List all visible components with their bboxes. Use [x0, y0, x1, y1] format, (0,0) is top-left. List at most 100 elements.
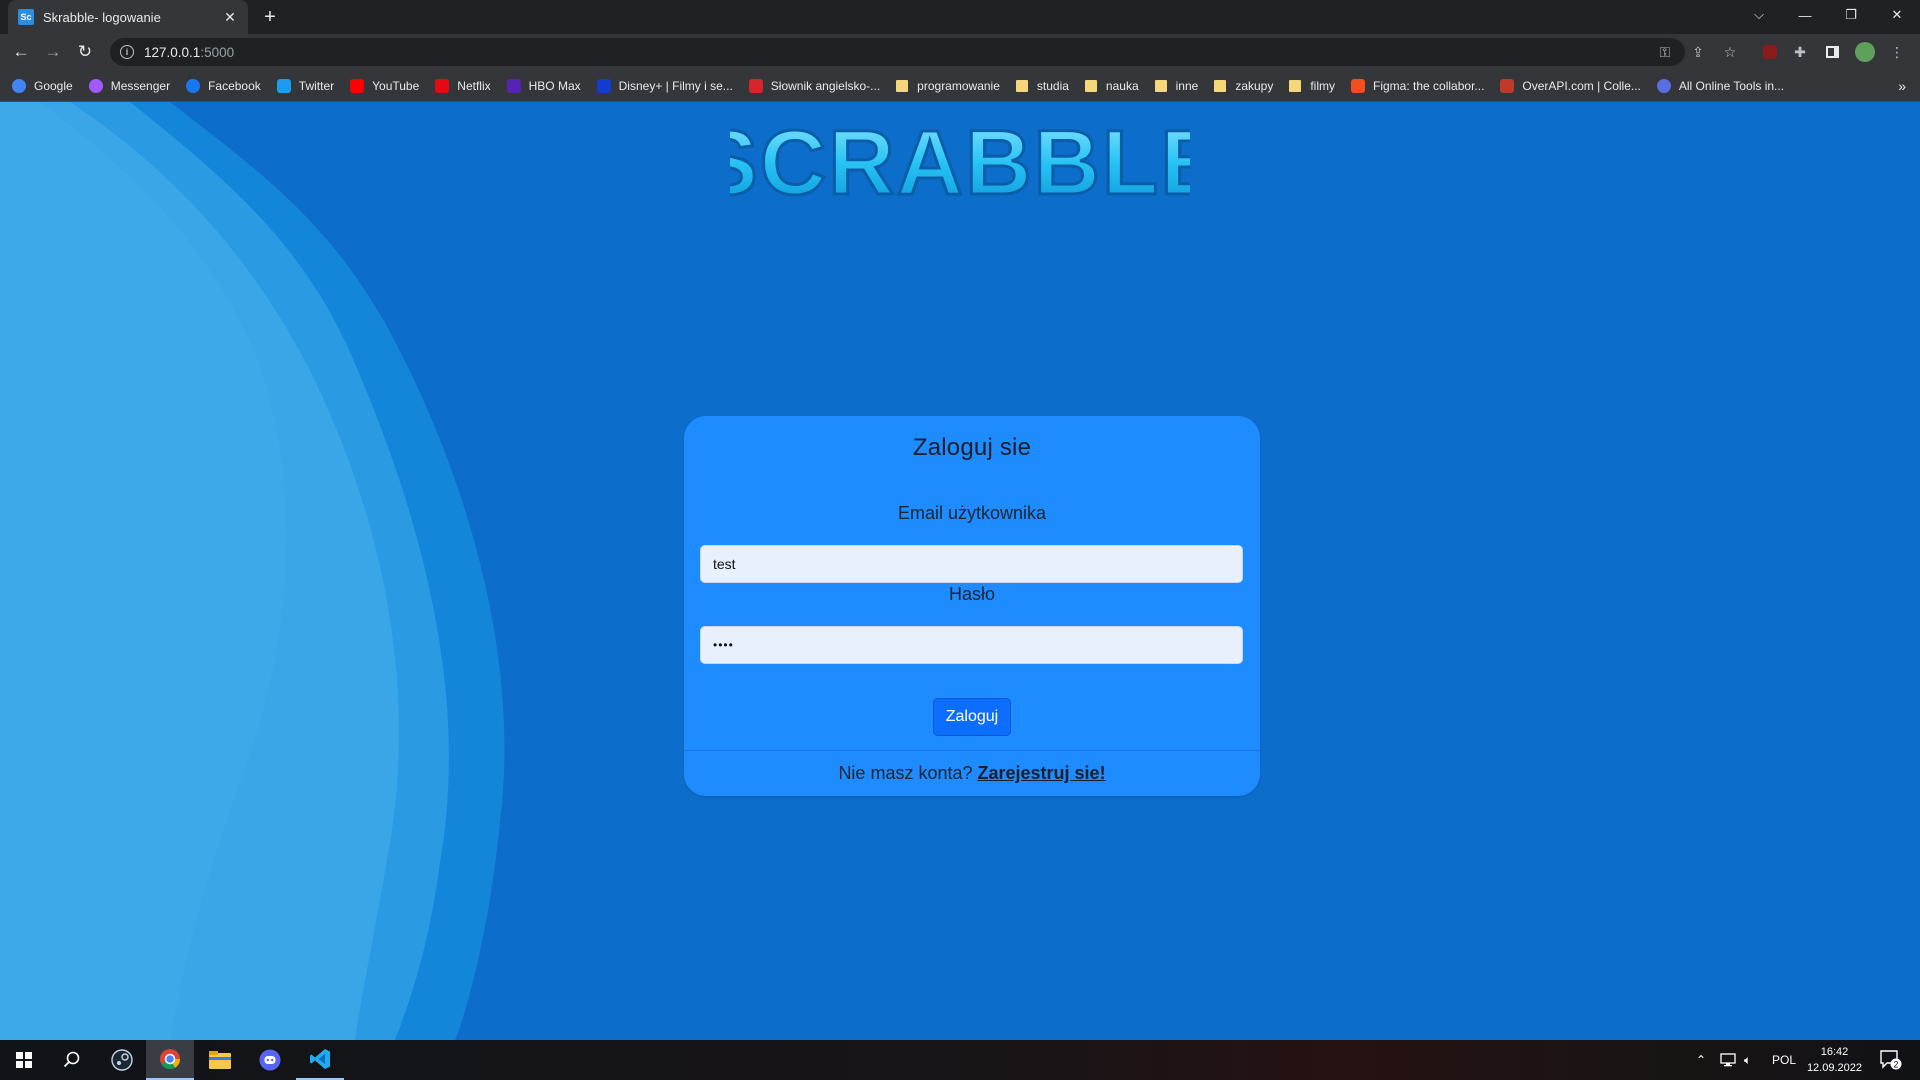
bookmark-item[interactable]: nauka: [1085, 79, 1139, 93]
bookmark-item[interactable]: Netflix: [435, 79, 490, 93]
bookmark-item[interactable]: Messenger: [89, 79, 170, 93]
bookmark-item[interactable]: YouTube: [350, 79, 419, 93]
chrome-menu-icon[interactable]: ⋮: [1887, 42, 1907, 62]
bookmark-label: YouTube: [372, 79, 419, 93]
windows-start-icon[interactable]: [0, 1040, 48, 1080]
bookmark-label: Netflix: [457, 79, 490, 93]
bookmark-item[interactable]: Disney+ | Filmy i se...: [597, 79, 733, 93]
tab-title: Skrabble- logowanie: [43, 10, 222, 25]
scrabble-logo: SCRABBLE: [730, 114, 1190, 214]
figma-icon: [1351, 79, 1365, 93]
bookmark-item[interactable]: HBO Max: [507, 79, 581, 93]
bookmark-label: All Online Tools in...: [1679, 79, 1784, 93]
bookmark-item[interactable]: Twitter: [277, 79, 334, 93]
email-label: Email użytkownika: [684, 503, 1260, 524]
new-tab-button[interactable]: +: [258, 5, 282, 29]
extensions-puzzle-icon[interactable]: ✚: [1790, 42, 1810, 62]
share-icon[interactable]: ⇪: [1688, 42, 1708, 62]
tray-overflow-chevron-icon[interactable]: ⌃: [1696, 1040, 1706, 1080]
notification-count-badge: 2: [1893, 1060, 1898, 1070]
register-link[interactable]: Zarejestruj sie!: [978, 763, 1106, 784]
login-title: Zaloguj sie: [684, 434, 1260, 462]
steam-icon[interactable]: [98, 1040, 146, 1080]
folder-icon: [1085, 80, 1097, 92]
bookmark-label: Google: [34, 79, 73, 93]
facebook-icon: [186, 79, 200, 93]
folder-icon: [1289, 80, 1301, 92]
netflix-icon: [435, 79, 449, 93]
bookmark-label: Figma: the collabor...: [1373, 79, 1484, 93]
search-icon[interactable]: [48, 1040, 96, 1080]
restore-button[interactable]: ❐: [1828, 0, 1874, 30]
site-favicon-icon: Sc: [18, 9, 34, 25]
forward-arrow-icon[interactable]: →: [41, 40, 65, 64]
youtube-icon: [350, 79, 364, 93]
bookmark-star-icon[interactable]: ☆: [1720, 42, 1740, 62]
address-bar[interactable]: i 127.0.0.1:5000: [110, 38, 1685, 66]
tab-search-chevron-icon[interactable]: ⌵: [1736, 0, 1782, 30]
file-explorer-icon[interactable]: [196, 1040, 244, 1080]
bookmark-label: Messenger: [111, 79, 170, 93]
bookmark-label: inne: [1176, 79, 1199, 93]
bookmark-item[interactable]: programowanie: [896, 79, 1000, 93]
bookmarks-bar: Google Messenger Facebook Twitter YouTube Net…: [0, 70, 1920, 102]
url-port: :5000: [200, 45, 234, 60]
password-label: Hasło: [684, 584, 1260, 605]
side-panel-icon[interactable]: [1822, 42, 1842, 62]
bookmark-item[interactable]: Słownik angielsko-...: [749, 79, 880, 93]
taskbar-clock[interactable]: 16:42 12.09.2022: [1807, 1044, 1862, 1076]
bookmark-item[interactable]: inne: [1155, 79, 1199, 93]
twitter-icon: [277, 79, 291, 93]
password-input[interactable]: ••••: [700, 626, 1243, 664]
disney-plus-icon: [597, 79, 611, 93]
bookmark-item[interactable]: All Online Tools in...: [1657, 79, 1784, 93]
background-wave-shapes: [0, 102, 520, 1040]
browser-toolbar: ← → ↻ i 127.0.0.1:5000 ⚿ ⇪ ☆ ✚ ⋮: [0, 34, 1920, 70]
bookmark-item[interactable]: filmy: [1289, 79, 1335, 93]
url-host: 127.0.0.1: [144, 45, 200, 60]
bookmark-label: nauka: [1106, 79, 1139, 93]
notification-center-icon[interactable]: 2: [1880, 1040, 1902, 1080]
bookmarks-overflow-icon[interactable]: »: [1898, 70, 1906, 102]
discord-icon[interactable]: [246, 1040, 294, 1080]
bookmark-item[interactable]: Google: [12, 79, 73, 93]
password-key-icon[interactable]: ⚿: [1655, 42, 1675, 62]
bookmark-label: studia: [1037, 79, 1069, 93]
bookmark-item[interactable]: zakupy: [1214, 79, 1273, 93]
profile-avatar-icon[interactable]: [1855, 42, 1875, 62]
windows-taskbar: ⌃ 🔈︎ POL 16:42 12.09.2022 2: [0, 1040, 1920, 1080]
bookmark-item[interactable]: OverAPI.com | Colle...: [1500, 79, 1640, 93]
page-viewport: SCRABBLE Zaloguj sie Email użytkownika t…: [0, 102, 1920, 1040]
close-tab-icon[interactable]: ✕: [222, 9, 238, 26]
bookmark-label: filmy: [1310, 79, 1335, 93]
back-arrow-icon[interactable]: ←: [9, 40, 33, 64]
site-info-icon[interactable]: i: [120, 45, 134, 59]
network-icon[interactable]: [1720, 1040, 1736, 1080]
email-input[interactable]: test: [700, 545, 1243, 583]
online-tools-icon: [1657, 79, 1671, 93]
bookmark-label: Twitter: [299, 79, 334, 93]
hbo-max-icon: [507, 79, 521, 93]
reload-icon[interactable]: ↻: [73, 40, 97, 64]
language-indicator[interactable]: POL: [1772, 1040, 1796, 1080]
minimize-button[interactable]: —: [1782, 0, 1828, 30]
ublock-extension-icon[interactable]: [1760, 42, 1780, 62]
login-submit-button[interactable]: Zaloguj: [933, 698, 1011, 736]
browser-tab[interactable]: Sc Skrabble- logowanie ✕: [8, 0, 248, 34]
tab-strip: Sc Skrabble- logowanie ✕ + ⌵ — ❐ ✕: [0, 0, 1920, 34]
bookmark-item[interactable]: Facebook: [186, 79, 261, 93]
register-footer: Nie masz konta? Zarejestruj sie!: [684, 750, 1260, 796]
messenger-icon: [89, 79, 103, 93]
window-close-button[interactable]: ✕: [1874, 0, 1920, 30]
clock-date: 12.09.2022: [1807, 1060, 1862, 1076]
volume-icon[interactable]: 🔈︎: [1744, 1040, 1751, 1080]
vscode-icon[interactable]: [296, 1040, 344, 1080]
overapi-icon: [1500, 79, 1514, 93]
chrome-taskbar-icon[interactable]: [146, 1040, 194, 1080]
clock-time: 16:42: [1807, 1044, 1862, 1060]
folder-icon: [896, 80, 908, 92]
bookmark-item[interactable]: studia: [1016, 79, 1069, 93]
bookmark-item[interactable]: Figma: the collabor...: [1351, 79, 1484, 93]
bookmark-label: HBO Max: [529, 79, 581, 93]
bookmark-label: programowanie: [917, 79, 1000, 93]
